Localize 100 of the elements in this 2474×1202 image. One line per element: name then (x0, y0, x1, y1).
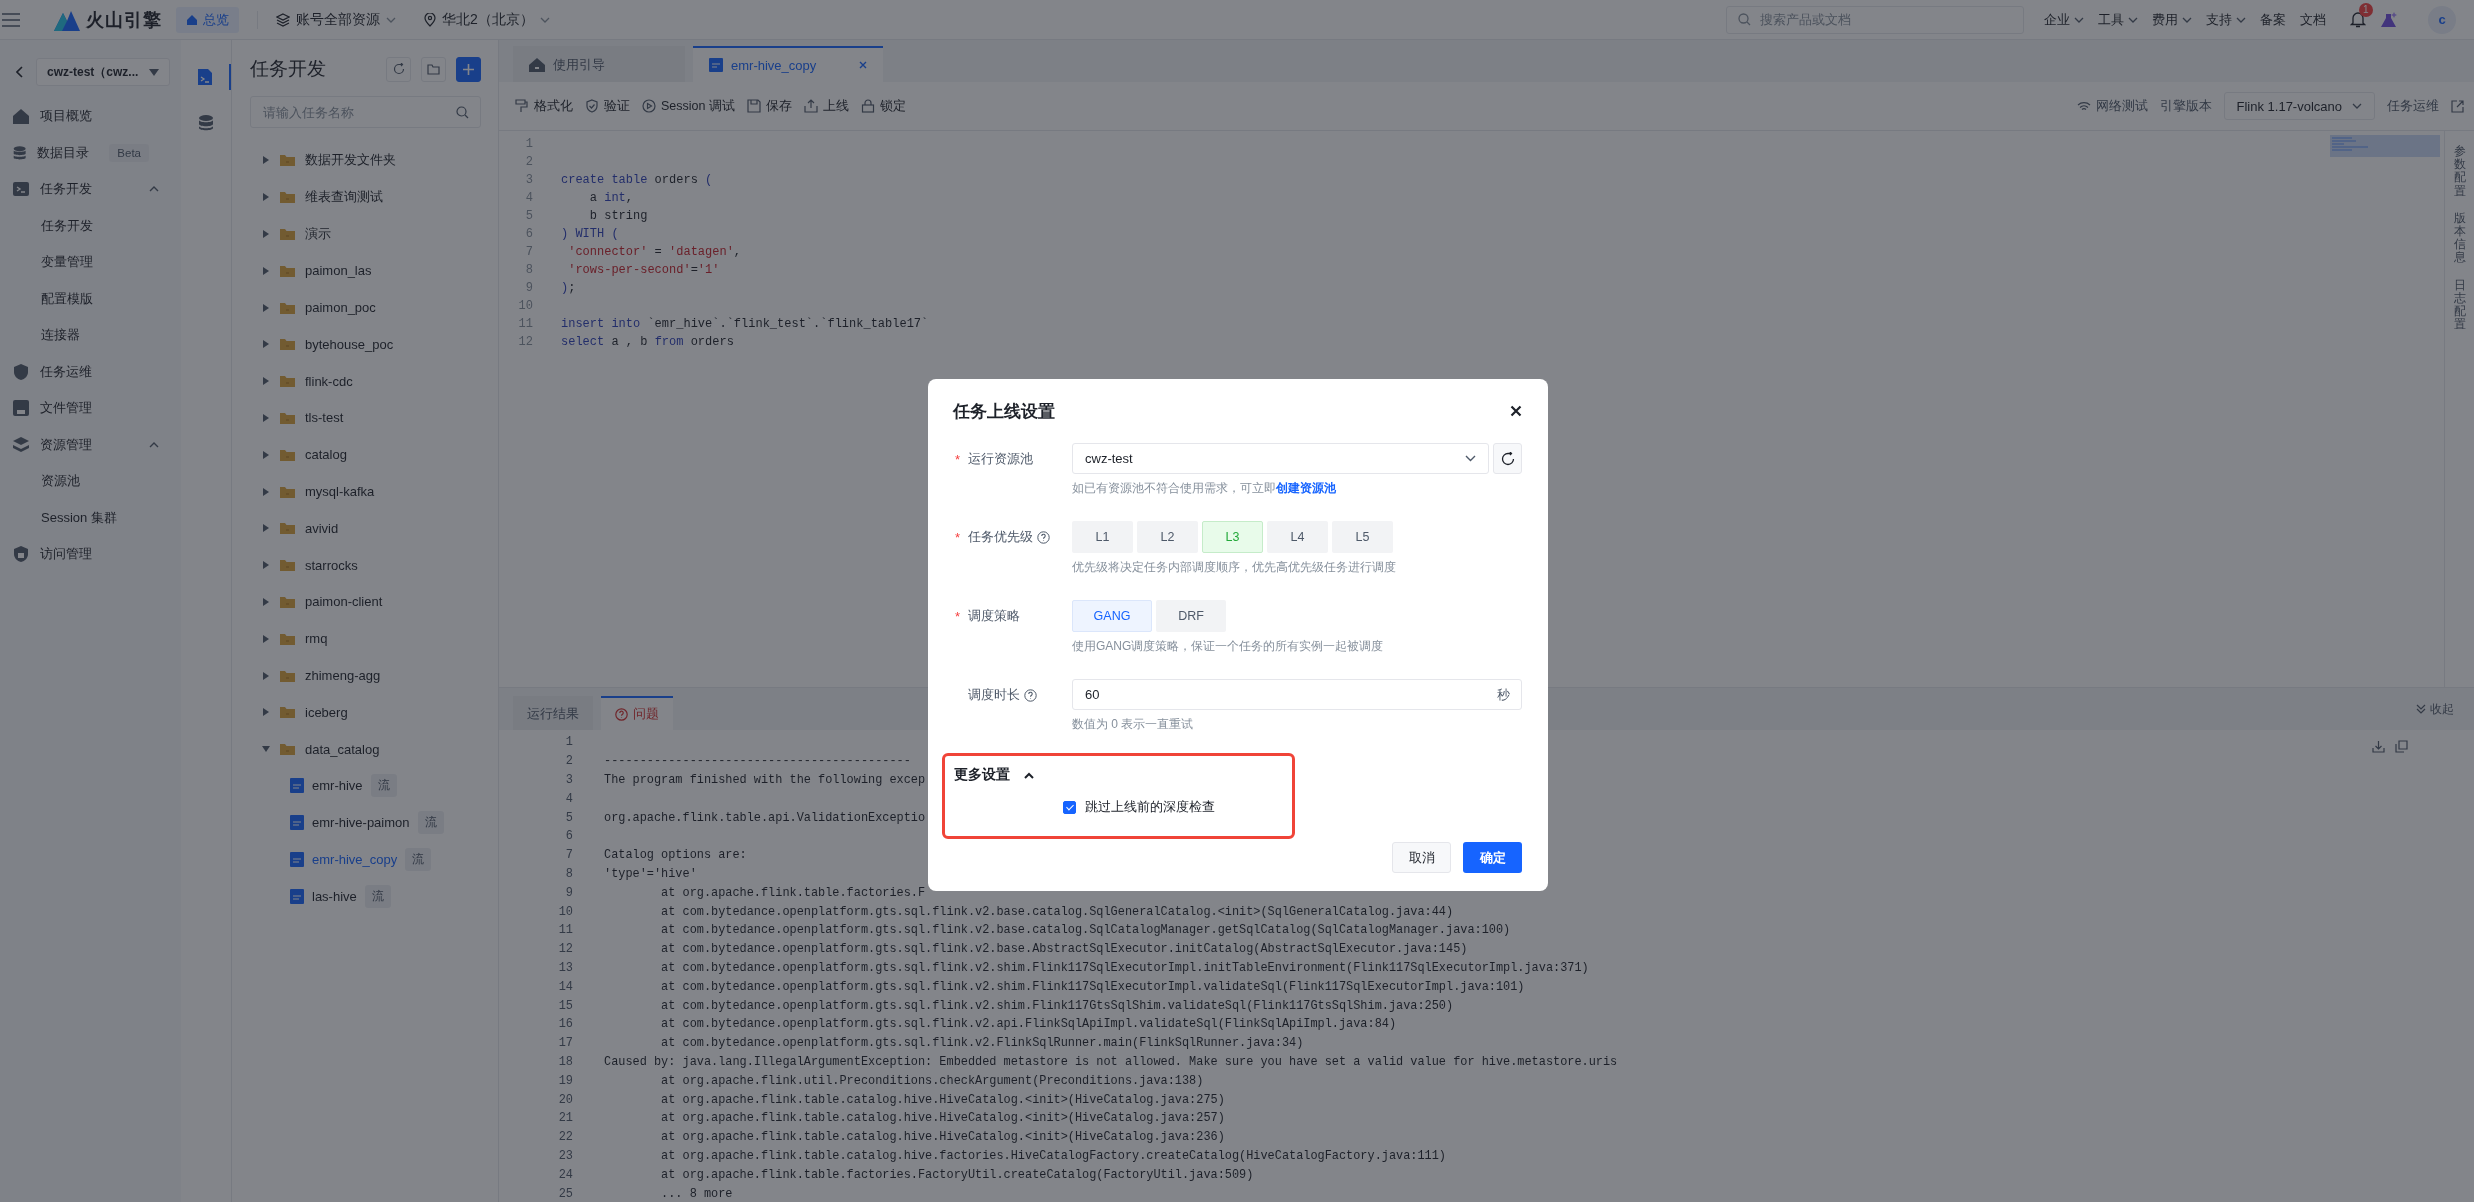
nav-subitem[interactable]: 资源池 (41, 472, 80, 491)
project-dropdown[interactable]: cwz-test（cwz... (36, 58, 170, 86)
result-tab[interactable]: 运行结果 (513, 696, 593, 730)
caret-icon[interactable] (262, 377, 270, 386)
nav-item[interactable]: 任务运维 (40, 362, 92, 381)
option-button[interactable]: L4 (1267, 521, 1328, 553)
caret-icon[interactable] (262, 524, 270, 533)
region-dropdown[interactable]: 华北2（北京） (424, 10, 550, 29)
menu-icon[interactable] (2, 12, 20, 27)
side-tab[interactable]: 版本信息 (2453, 211, 2466, 265)
toolbar-button[interactable]: 锁定 (860, 97, 906, 115)
folder-item[interactable]: rmq (305, 631, 328, 647)
toolbar-button[interactable]: Session 调试 (642, 97, 735, 115)
help-icon[interactable] (1024, 688, 1037, 702)
top-menu[interactable]: 支持 (2206, 10, 2246, 29)
caret-icon[interactable] (262, 413, 270, 422)
toolbar-button[interactable]: 格式化 (515, 97, 573, 115)
toolbar-button[interactable]: 验证 (585, 97, 630, 115)
result-tab[interactable]: 问题 (601, 696, 673, 730)
option-button[interactable]: DRF (1156, 600, 1226, 632)
folder-item[interactable]: starrocks (305, 557, 358, 573)
help-icon[interactable] (1037, 530, 1050, 544)
folder-item[interactable]: paimon_las (305, 263, 372, 279)
nav-subitem[interactable]: 连接器 (41, 326, 80, 345)
folder-item[interactable]: catalog (305, 447, 347, 463)
external-link-icon[interactable] (2451, 99, 2464, 113)
add-button[interactable] (456, 56, 481, 82)
top-link[interactable]: 备案 (2260, 10, 2286, 29)
cancel-button[interactable]: 取消 (1392, 842, 1451, 873)
create-pool-link[interactable]: 创建资源池 (1276, 481, 1336, 495)
nav-item[interactable]: 数据目录 (37, 143, 90, 162)
folder-item[interactable]: bytehouse_poc (305, 336, 394, 352)
confirm-button[interactable]: 确定 (1463, 842, 1522, 873)
caret-icon[interactable] (262, 340, 270, 349)
caret-icon[interactable] (262, 487, 270, 496)
top-menu[interactable]: 企业 (2044, 10, 2084, 29)
task-item[interactable]: emr-hive (312, 778, 363, 794)
resource-pool-select[interactable]: cwz-test (1072, 443, 1489, 474)
task-item[interactable]: las-hive (312, 888, 357, 904)
top-menu[interactable]: 工具 (2098, 10, 2138, 29)
editor-tab[interactable]: 使用引导 (513, 46, 685, 82)
bell-icon[interactable] (2350, 11, 2366, 28)
collapse-button[interactable]: 收起 (2416, 700, 2454, 718)
folder-item[interactable]: mysql-kafka (305, 484, 375, 500)
folder-item[interactable]: paimon_poc (305, 300, 376, 316)
caret-icon[interactable] (262, 193, 270, 202)
download-icon[interactable] (2372, 740, 2385, 753)
chevron-icon[interactable] (1024, 771, 1034, 779)
side-tab[interactable]: 日志配置 (2453, 278, 2466, 332)
nav-subitem[interactable]: 任务开发 (41, 216, 93, 235)
nav-subitem[interactable]: 变量管理 (41, 253, 93, 272)
folder-item[interactable]: 演示 (305, 225, 331, 243)
user-avatar[interactable]: c (2428, 5, 2456, 34)
task-item[interactable]: emr-hive_copy (312, 852, 398, 868)
option-button[interactable]: L5 (1332, 521, 1393, 553)
folder-item[interactable]: iceberg (305, 704, 348, 720)
new-folder-button[interactable] (421, 56, 446, 82)
copy-icon[interactable] (2395, 740, 2408, 753)
nav-subitem[interactable]: 配置模版 (41, 289, 93, 308)
database-icon[interactable] (198, 114, 214, 132)
folder-item[interactable]: avivid (305, 520, 339, 536)
caret-icon[interactable] (262, 156, 270, 165)
caret-icon[interactable] (262, 450, 270, 459)
option-button[interactable]: L1 (1072, 521, 1133, 553)
home-tab[interactable]: 总览 (176, 6, 239, 33)
task-item[interactable]: emr-hive-paimon (312, 815, 410, 831)
nav-item[interactable]: 项目概览 (40, 107, 92, 126)
folder-item[interactable]: paimon-client (305, 594, 383, 610)
side-tab[interactable]: 参数配置 (2453, 145, 2466, 198)
caret-icon[interactable] (262, 266, 270, 275)
folder-item[interactable]: flink-cdc (305, 373, 353, 389)
caret-icon[interactable] (262, 561, 270, 570)
folder-item[interactable]: 维表查询测试 (305, 188, 383, 207)
folder-item[interactable]: data_catalog (305, 741, 380, 757)
account-scope-dropdown[interactable]: 账号全部资源 (276, 10, 396, 29)
nav-item[interactable]: 任务开发 (40, 180, 92, 199)
nav-item[interactable]: 资源管理 (40, 435, 92, 454)
caret-icon[interactable] (262, 634, 270, 643)
engine-version-select[interactable]: Flink 1.17-volcano (2223, 92, 2375, 120)
caret-icon[interactable] (262, 671, 270, 680)
refresh-button[interactable] (1493, 443, 1522, 474)
caret-icon[interactable] (262, 745, 270, 754)
sparkle-flask-icon[interactable] (2380, 10, 2398, 29)
terminal-file-icon[interactable] (197, 68, 213, 86)
back-icon[interactable] (16, 66, 24, 78)
option-button[interactable]: L3 (1202, 521, 1263, 553)
checkbox[interactable] (1063, 800, 1076, 814)
folder-item[interactable]: zhimeng-agg (305, 668, 381, 684)
option-button[interactable]: GANG (1072, 600, 1152, 632)
nav-subitem[interactable]: Session 集群 (41, 508, 117, 527)
close-icon[interactable] (1510, 405, 1522, 417)
nav-item[interactable]: 访问管理 (40, 545, 92, 564)
top-menu[interactable]: 费用 (2152, 10, 2192, 29)
caret-icon[interactable] (262, 230, 270, 238)
toolbar-button[interactable]: 上线 (803, 97, 849, 115)
folder-item[interactable]: 数据开发文件夹 (305, 151, 396, 170)
caret-icon[interactable] (262, 597, 270, 606)
top-link[interactable]: 文档 (2300, 10, 2326, 29)
editor-tab[interactable]: emr-hive_copy (693, 46, 883, 82)
caret-icon[interactable] (262, 303, 270, 312)
